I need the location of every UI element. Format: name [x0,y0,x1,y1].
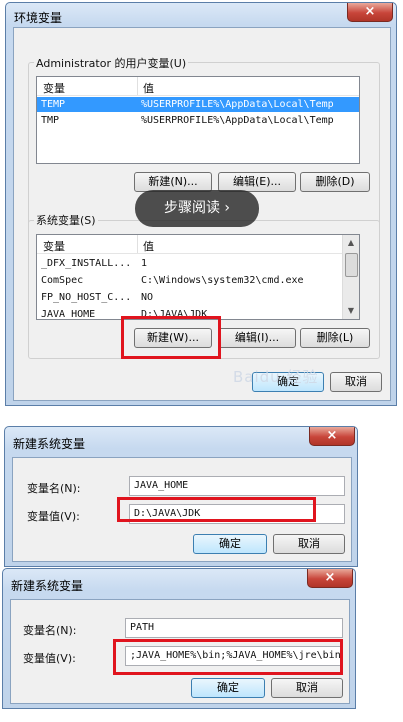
cancel-button[interactable]: 取消 [271,678,343,698]
var-value: NO [141,292,154,303]
list-item[interactable]: FP_NO_HOST_C... NO [37,290,359,305]
close-button[interactable]: × [309,427,355,446]
list-header: 变量 值 [37,77,359,96]
scroll-up-icon[interactable]: ▲ [343,235,359,251]
var-name: JAVA_HOME [41,309,96,320]
highlight-new-button [121,316,221,359]
column-header-value[interactable]: 值 [143,238,154,254]
var-value: %USERPROFILE%\AppData\Local\Temp [141,99,334,110]
list-item[interactable]: TEMP %USERPROFILE%\AppData\Local\Temp [37,97,359,112]
scroll-down-icon[interactable]: ▼ [343,303,359,319]
var-value: C:\Windows\system32\cmd.exe [141,275,304,286]
user-vars-list[interactable]: 变量 值 TEMP %USERPROFILE%\AppData\Local\Te… [36,76,360,164]
column-header-var[interactable]: 变量 [43,238,65,254]
var-value: %USERPROFILE%\AppData\Local\Temp [141,115,334,126]
step-reading-overlay[interactable]: 步骤阅读 › [135,190,259,227]
column-header-var[interactable]: 变量 [43,80,65,96]
var-name-input[interactable]: PATH [125,618,343,638]
system-delete-button[interactable]: 删除(L) [300,328,370,348]
close-button[interactable]: × [347,3,393,22]
scroll-thumb[interactable] [345,253,358,277]
user-delete-button[interactable]: 删除(D) [300,172,370,192]
dialog-title: 新建系统变量 [11,579,84,593]
user-new-button[interactable]: 新建(N)... [134,172,212,192]
cancel-button[interactable]: 取消 [273,534,345,554]
ok-button[interactable]: 确定 [191,678,265,698]
column-header-value[interactable]: 值 [143,80,154,96]
close-button[interactable]: × [307,569,353,588]
var-name: _DFX_INSTALL... [41,258,132,269]
var-name: TMP [41,115,60,126]
user-vars-label: Administrator 的用户变量(U) [34,55,189,71]
var-name: FP_NO_HOST_C... [41,292,132,303]
user-edit-button[interactable]: 编辑(E)... [218,172,296,192]
window-title: 环境变量 [14,11,63,25]
var-value: 1 [141,258,148,269]
system-vars-scrollbar[interactable]: ▲ ▼ [342,235,359,319]
var-value-label: 变量值(V): [27,510,80,523]
var-name-label: 变量名(N): [23,624,77,637]
list-item[interactable]: ComSpec C:\Windows\system32\cmd.exe [37,273,359,288]
var-name: TEMP [41,99,66,110]
var-name: ComSpec [41,275,84,286]
var-name-label: 变量名(N): [27,482,81,495]
list-item[interactable]: TMP %USERPROFILE%\AppData\Local\Temp [37,113,359,128]
cancel-button[interactable]: 取消 [330,372,382,392]
ok-button[interactable]: 确定 [193,534,267,554]
system-vars-label: 系统变量(S) [34,212,98,228]
watermark: Baidu 经验 [233,368,319,386]
list-item[interactable]: _DFX_INSTALL... 1 [37,256,359,271]
var-value-label: 变量值(V): [23,652,76,665]
dialog-title: 新建系统变量 [13,437,86,451]
list-header: 变量 值 [37,235,359,254]
highlight-value-field-2 [113,639,343,675]
var-name-input[interactable]: JAVA_HOME [129,476,345,496]
highlight-value-field-1 [117,497,316,522]
system-vars-list[interactable]: 变量 值 _DFX_INSTALL... 1 ComSpec C:\Window… [36,234,360,320]
system-edit-button[interactable]: 编辑(I)... [218,328,296,348]
